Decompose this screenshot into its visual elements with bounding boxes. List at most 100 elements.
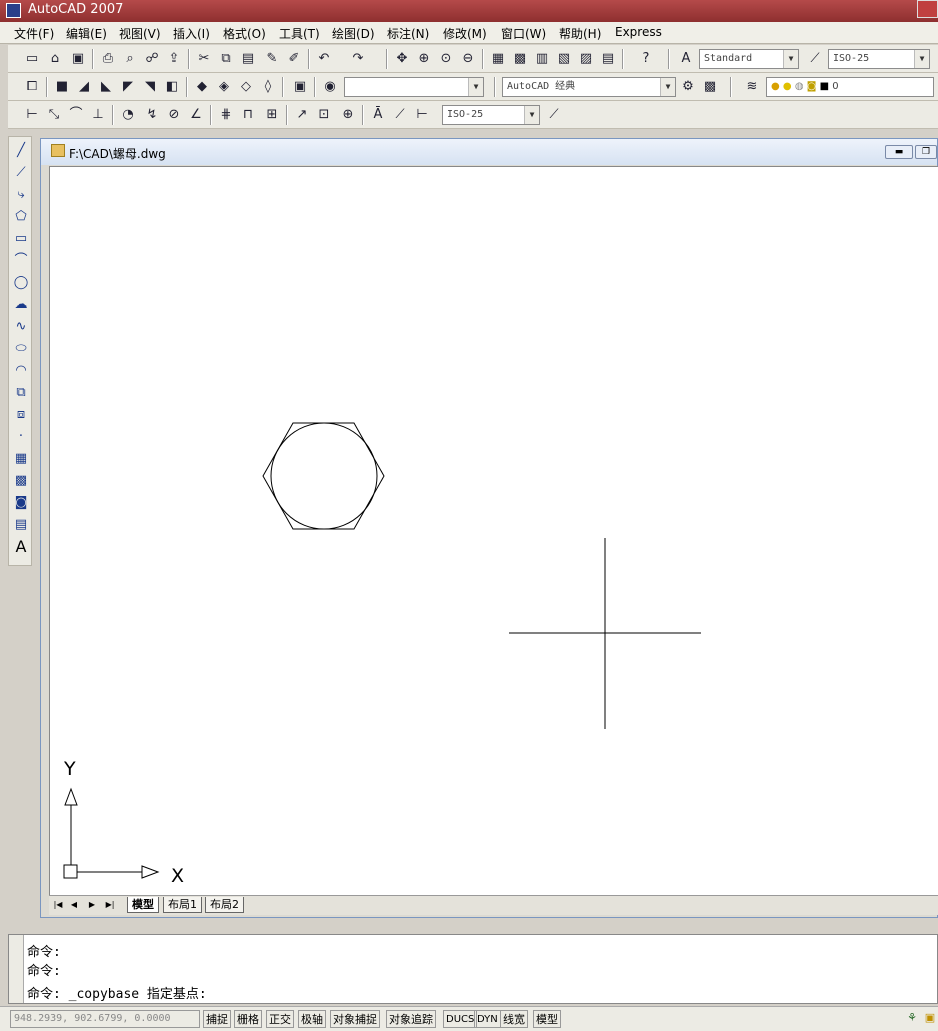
cut-icon[interactable]: ✂: [194, 49, 214, 69]
polar-toggle[interactable]: 极轴: [298, 1010, 326, 1028]
command-prompt-line[interactable]: 命令: _copybase 指定基点:: [27, 983, 207, 1002]
first-tab-icon[interactable]: |◀: [51, 898, 65, 912]
communication-center-icon[interactable]: ⚘: [904, 1010, 920, 1026]
point-icon[interactable]: ·: [11, 427, 31, 447]
workspace-settings-icon[interactable]: ⚙: [678, 77, 698, 97]
menu-express[interactable]: Express: [615, 25, 662, 39]
continue-dim-icon[interactable]: ⊞: [262, 105, 282, 125]
torus-solid-icon[interactable]: ◧: [162, 77, 182, 97]
aligned-dim-icon[interactable]: ⤡: [44, 105, 64, 125]
dim-style-icon[interactable]: ⟋: [805, 49, 825, 69]
last-tab-icon[interactable]: ▶|: [103, 898, 117, 912]
dyn-toggle[interactable]: DYN: [474, 1010, 501, 1028]
match-properties-icon[interactable]: ✎: [262, 49, 282, 69]
zoom-previous-icon[interactable]: ⊖: [458, 49, 478, 69]
region-icon[interactable]: ◙: [11, 493, 31, 513]
jogged-dim-icon[interactable]: ↯: [142, 105, 162, 125]
menu-modify[interactable]: 修改(M): [443, 25, 487, 42]
redo-icon[interactable]: ↷: [348, 49, 368, 69]
snap-toggle[interactable]: 捕捉: [203, 1010, 231, 1028]
new-file-icon[interactable]: ▭: [22, 49, 42, 69]
box-solid-icon[interactable]: ■: [52, 77, 72, 97]
dim-edit-icon[interactable]: Ā: [368, 105, 388, 125]
dim-update-icon[interactable]: ⊢: [412, 105, 432, 125]
paste-icon[interactable]: ▤: [238, 49, 258, 69]
make-block-icon[interactable]: ⧈: [11, 405, 31, 425]
model-space-canvas[interactable]: Y X: [49, 166, 938, 896]
cone-solid-icon[interactable]: ◣: [96, 77, 116, 97]
view-top-icon[interactable]: ◆: [192, 77, 212, 97]
lineweight-toggle[interactable]: 线宽: [500, 1010, 528, 1028]
model-toggle[interactable]: 模型: [533, 1010, 561, 1028]
baseline-dim-icon[interactable]: ⊓: [238, 105, 258, 125]
layer-dropdown[interactable]: ● ● ◍ ◙ ■ 0: [766, 77, 934, 97]
ordinate-dim-icon[interactable]: ⊥: [88, 105, 108, 125]
menu-file[interactable]: 文件(F): [14, 25, 54, 42]
diameter-dim-icon[interactable]: ⊘: [164, 105, 184, 125]
center-mark-icon[interactable]: ⊕: [338, 105, 358, 125]
sheet-set-icon[interactable]: ▧: [554, 49, 574, 69]
hexagon-shape[interactable]: [262, 422, 385, 530]
construction-line-icon[interactable]: ⟋: [11, 163, 31, 183]
radius-dim-icon[interactable]: ◔: [118, 105, 138, 125]
tool-palettes-icon[interactable]: ▥: [532, 49, 552, 69]
menu-tools[interactable]: 工具(T): [279, 25, 320, 42]
ortho-toggle[interactable]: 正交: [266, 1010, 294, 1028]
menu-draw[interactable]: 绘图(D): [332, 25, 375, 42]
view-dropdown[interactable]: ▼: [344, 77, 484, 97]
insert-block-icon[interactable]: ⧉: [11, 383, 31, 403]
polyline-icon[interactable]: ⤷: [11, 185, 31, 205]
view-iso-icon[interactable]: ◇: [236, 77, 256, 97]
text-style-dropdown[interactable]: Standard ▼: [699, 49, 799, 69]
save-icon[interactable]: ▣: [68, 49, 88, 69]
cylinder-solid-icon[interactable]: ◤: [118, 77, 138, 97]
dim-style-dropdown-2[interactable]: ISO-25 ▼: [442, 105, 540, 125]
tolerance-icon[interactable]: ⊡: [314, 105, 334, 125]
minimize-button[interactable]: ▬: [885, 145, 913, 159]
wedge-solid-icon[interactable]: ◢: [74, 77, 94, 97]
zoom-realtime-icon[interactable]: ⊕: [414, 49, 434, 69]
tab-layout2[interactable]: 布局2: [205, 897, 244, 913]
menu-window[interactable]: 窗口(W): [501, 25, 546, 42]
window-close-button[interactable]: [917, 0, 938, 18]
calculator-icon[interactable]: ▤: [598, 49, 618, 69]
menu-format[interactable]: 格式(O): [223, 25, 266, 42]
circle-icon[interactable]: ◯: [11, 273, 31, 293]
command-window[interactable]: 命令: 命令: 命令: _copybase 指定基点:: [8, 934, 938, 1004]
table-icon[interactable]: ▤: [11, 515, 31, 535]
workspace-dropdown[interactable]: AutoCAD 经典 ▼: [502, 77, 676, 97]
rectangle-icon[interactable]: ▭: [11, 229, 31, 249]
line-icon[interactable]: ╱: [11, 141, 31, 161]
publish-icon[interactable]: ☍: [142, 49, 162, 69]
ducs-toggle[interactable]: DUCS: [443, 1010, 478, 1028]
dim-text-edit-icon[interactable]: ⟋: [390, 105, 410, 125]
undo-icon[interactable]: ↶: [314, 49, 334, 69]
block-editor-icon[interactable]: ✐: [284, 49, 304, 69]
menu-view[interactable]: 视图(V): [119, 25, 161, 42]
leader-icon[interactable]: ↗: [292, 105, 312, 125]
arc-icon[interactable]: ⌒: [11, 251, 31, 271]
angular-dim-icon[interactable]: ∠: [186, 105, 206, 125]
properties-icon[interactable]: ▦: [488, 49, 508, 69]
otrack-toggle[interactable]: 对象追踪: [386, 1010, 436, 1028]
multiline-text-icon[interactable]: A: [11, 537, 31, 557]
quick-dim-icon[interactable]: ⋕: [216, 105, 236, 125]
etransmit-icon[interactable]: ⇪: [164, 49, 184, 69]
polygon-icon[interactable]: ⬠: [11, 207, 31, 227]
pan-icon[interactable]: ✥: [392, 49, 412, 69]
spline-icon[interactable]: ∿: [11, 317, 31, 337]
gradient-icon[interactable]: ▩: [11, 471, 31, 491]
design-center-icon[interactable]: ▩: [510, 49, 530, 69]
markup-icon[interactable]: ▨: [576, 49, 596, 69]
sphere-solid-icon[interactable]: ◥: [140, 77, 160, 97]
coordinate-readout[interactable]: 948.2939, 902.6799, 0.0000: [10, 1010, 200, 1028]
menu-edit[interactable]: 编辑(E): [66, 25, 107, 42]
revision-cloud-icon[interactable]: ☁: [11, 295, 31, 315]
arc-length-dim-icon[interactable]: ⌒: [66, 105, 86, 125]
zoom-window-icon[interactable]: ⊙: [436, 49, 456, 69]
tab-model[interactable]: 模型: [127, 897, 159, 913]
text-style-icon[interactable]: A: [676, 49, 696, 69]
grid-toggle[interactable]: 栅格: [234, 1010, 262, 1028]
command-window-grip[interactable]: [9, 935, 24, 1003]
tab-layout1[interactable]: 布局1: [163, 897, 202, 913]
